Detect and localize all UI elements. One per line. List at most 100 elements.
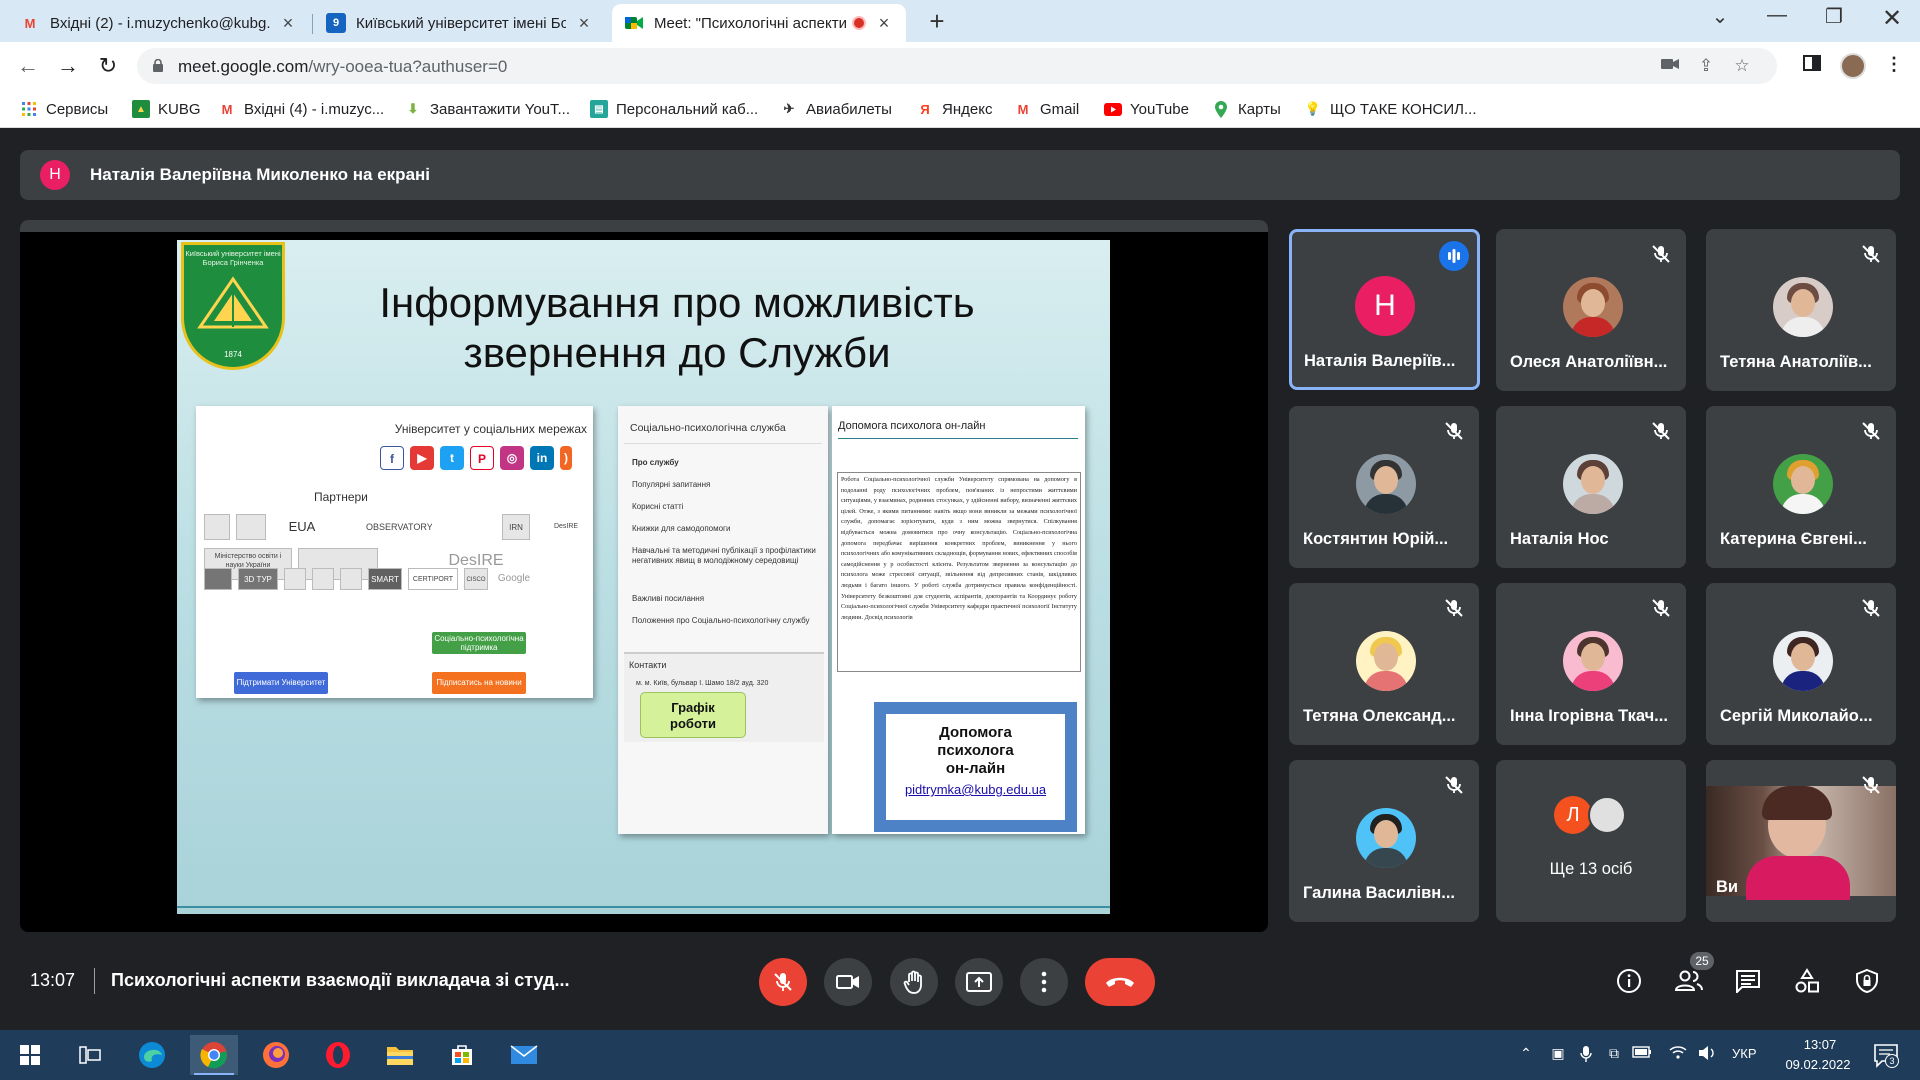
lock-icon[interactable]: [153, 59, 163, 72]
start-button[interactable]: [6, 1035, 54, 1075]
presentation-stage[interactable]: Київський університет імені Бориса Грінч…: [20, 220, 1268, 932]
schedule-button: Графік роботи: [640, 692, 746, 738]
bookmark-star-icon[interactable]: ☆: [1731, 56, 1753, 76]
meet-now-icon[interactable]: ▣: [1548, 1045, 1568, 1065]
tab-search-chevron-icon[interactable]: ⌄: [1700, 4, 1740, 29]
volume-icon[interactable]: [1698, 1045, 1718, 1065]
twitter-icon: t: [440, 446, 464, 470]
system-clock-date[interactable]: 09.02.2022: [1778, 1057, 1858, 1072]
task-view-icon: [79, 1046, 101, 1064]
url-host: meet.google.com: [178, 57, 309, 76]
bookmark-kubg[interactable]: ▲ KUBG: [132, 98, 201, 120]
bookmark-gmail[interactable]: M Gmail: [1014, 98, 1080, 120]
profile-avatar[interactable]: [1840, 53, 1866, 79]
close-tab-icon[interactable]: ×: [874, 13, 894, 34]
partner-logo: [312, 568, 334, 590]
youtube-icon: ▶: [410, 446, 434, 470]
battery-icon[interactable]: [1632, 1045, 1652, 1065]
taskbar-chrome[interactable]: [190, 1035, 238, 1075]
gmail-icon: M: [24, 15, 36, 31]
participant-tile[interactable]: Н Наталія Валеріїв...: [1289, 229, 1480, 390]
meeting-details-button[interactable]: [1614, 966, 1644, 996]
restore-icon[interactable]: ❐: [1814, 4, 1854, 29]
instagram-icon: ◎: [500, 446, 524, 470]
bookmark-maps[interactable]: Карты: [1212, 98, 1281, 120]
tab-gmail[interactable]: M Вхідні (2) - i.muzychenko@kubg.edu.ua …: [8, 4, 310, 42]
mic-off-icon: [774, 973, 792, 991]
bookmark-label: Авиабилеты: [806, 100, 892, 118]
participant-tile[interactable]: Галина Василівн...: [1289, 760, 1479, 922]
address-bar[interactable]: meet.google.com/wry-ooea-tua?authuser=0 …: [137, 48, 1777, 84]
participant-tile[interactable]: Інна Ігорівна Ткач...: [1496, 583, 1686, 745]
participant-tile[interactable]: Наталія Нос: [1496, 406, 1686, 568]
taskbar-opera[interactable]: [314, 1035, 362, 1075]
tab-kubg[interactable]: 9 Київський університет імені Бориса Грі…: [314, 4, 606, 42]
participant-tile[interactable]: Костянтин Юрій...: [1289, 406, 1479, 568]
task-view-button[interactable]: [66, 1035, 114, 1075]
host-controls-button[interactable]: [1852, 966, 1882, 996]
chat-button[interactable]: [1733, 966, 1763, 996]
gmail-icon: M: [1017, 101, 1029, 117]
new-tab-plus-icon[interactable]: +: [922, 6, 952, 37]
taskbar-mail[interactable]: [500, 1035, 548, 1075]
bookmark-airtickets[interactable]: ✈ Авиабилеты: [780, 98, 892, 120]
close-tab-icon[interactable]: ×: [574, 13, 594, 34]
participant-tile[interactable]: Тетяна Анатоліїв...: [1706, 229, 1896, 391]
bookmark-label: Вхідні (4) - i.muzyc...: [244, 100, 385, 118]
url-text[interactable]: meet.google.com/wry-ooea-tua?authuser=0: [178, 57, 507, 77]
mic-toggle-button[interactable]: [759, 958, 807, 1006]
wifi-icon[interactable]: [1668, 1045, 1688, 1065]
close-window-icon[interactable]: ✕: [1872, 4, 1912, 33]
microphone-in-use-icon[interactable]: [1576, 1045, 1596, 1065]
tray-overflow-chevron-icon[interactable]: ⌃: [1516, 1045, 1536, 1065]
participant-name: Ви: [1716, 878, 1739, 896]
tab-meet[interactable]: Meet: "Психологічні аспекти взаємодії" ×: [612, 4, 906, 42]
taskbar-store[interactable]: [438, 1035, 486, 1075]
taskbar-firefox[interactable]: [252, 1035, 300, 1075]
self-video-tile[interactable]: Ви: [1706, 760, 1896, 922]
taskbar-file-explorer[interactable]: [376, 1035, 424, 1075]
forward-arrow-icon[interactable]: →: [54, 52, 82, 80]
side-panel-icon[interactable]: [1800, 54, 1824, 78]
partners-label: Партнери: [314, 490, 368, 504]
more-options-button[interactable]: [1020, 958, 1068, 1006]
more-participants-tile[interactable]: Л Ще 13 осіб: [1496, 760, 1686, 922]
meeting-title[interactable]: Психологічні аспекти взаємодії викладача…: [111, 970, 569, 991]
input-language[interactable]: УКР: [1732, 1046, 1757, 1061]
back-arrow-icon[interactable]: ←: [14, 52, 42, 80]
minimize-icon[interactable]: —: [1757, 4, 1797, 27]
participant-tile[interactable]: Тетяна Олександ...: [1289, 583, 1479, 745]
support-university-button: Підтримати Університет: [234, 672, 328, 694]
help-callout: Допомога психолога он-лайн pidtrymka@kub…: [874, 702, 1077, 832]
bookmarks-bar: Сервисы ▲ KUBG M Вхідні (4) - i.muzyc...…: [0, 90, 1920, 128]
bookmark-services[interactable]: Сервисы: [20, 98, 108, 120]
camera-in-use-icon[interactable]: [1659, 56, 1681, 76]
camera-toggle-button[interactable]: [824, 958, 872, 1006]
participant-tile[interactable]: Олеся Анатоліївн...: [1496, 229, 1686, 391]
bookmark-youtube[interactable]: YouTube: [1104, 98, 1189, 120]
mic-off-icon: [1862, 422, 1880, 440]
presenting-text: Наталія Валеріївна Миколенко на екрані: [90, 165, 431, 184]
video-capture-icon[interactable]: ⧉: [1604, 1045, 1624, 1065]
more-menu-icon[interactable]: ⋮: [1882, 54, 1906, 78]
share-icon[interactable]: ⇪: [1695, 56, 1717, 76]
bookmark-personal-cabinet[interactable]: ▤ Персональний каб...: [590, 98, 758, 120]
leave-call-button[interactable]: [1085, 958, 1155, 1006]
bookmark-inbox[interactable]: M Вхідні (4) - i.muzyc...: [218, 98, 385, 120]
participant-tile[interactable]: Катерина Євгені...: [1706, 406, 1896, 568]
taskbar-edge[interactable]: [128, 1035, 176, 1075]
bookmark-youtube-download[interactable]: ⬇ Завантажити YouT...: [404, 98, 570, 120]
partner-logo: [236, 514, 266, 540]
close-tab-icon[interactable]: ×: [278, 13, 298, 34]
reload-icon[interactable]: ↻: [94, 52, 122, 80]
rss-icon: ): [560, 446, 572, 470]
participants-button[interactable]: [1674, 966, 1704, 996]
participant-tile[interactable]: Сергій Миколайо...: [1706, 583, 1896, 745]
system-clock-time[interactable]: 13:07: [1792, 1037, 1848, 1052]
bookmark-consilium[interactable]: 💡 ЩО ТАКЕ КОНСИЛ...: [1304, 98, 1477, 120]
activities-button[interactable]: [1792, 966, 1822, 996]
present-screen-button[interactable]: [955, 958, 1003, 1006]
raise-hand-button[interactable]: [890, 958, 938, 1006]
menu-item: Книжки для самодопомоги: [632, 524, 731, 533]
bookmark-yandex[interactable]: Я Яндекс: [916, 98, 992, 120]
